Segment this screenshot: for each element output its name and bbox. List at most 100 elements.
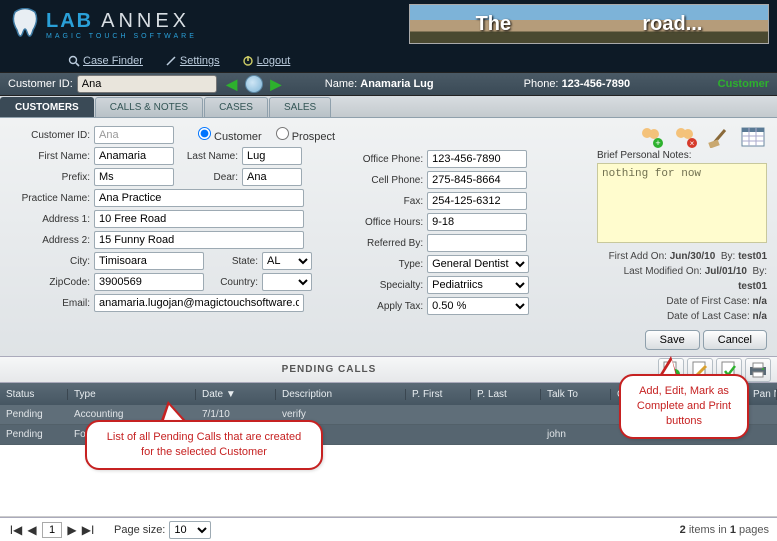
- page-size-label: Page size:: [114, 524, 165, 536]
- banner-word-1: The: [476, 13, 512, 36]
- pager-last[interactable]: ▶I: [80, 522, 96, 538]
- lbl-apply-tax: Apply Tax:: [353, 301, 423, 312]
- addr2-field[interactable]: [94, 231, 304, 249]
- col-talkto[interactable]: Talk To: [541, 389, 611, 400]
- lbl-first-name: First Name:: [10, 151, 90, 162]
- country-select[interactable]: [262, 273, 312, 291]
- lbl-fax: Fax:: [353, 196, 423, 207]
- pending-calls-title: PENDING CALLS: [0, 364, 658, 375]
- lookup-button[interactable]: [245, 75, 263, 93]
- print-calls-button[interactable]: [745, 358, 771, 382]
- lbl-referred-by: Referred By:: [353, 238, 423, 249]
- cancel-button[interactable]: Cancel: [703, 330, 767, 350]
- save-button[interactable]: Save: [645, 330, 700, 350]
- lbl-dear: Dear:: [178, 172, 238, 183]
- fax-field[interactable]: [427, 192, 527, 210]
- lbl-office-phone: Office Phone:: [353, 154, 423, 165]
- practice-field[interactable]: [94, 189, 304, 207]
- phone-label: Phone:: [524, 78, 559, 90]
- tab-sales[interactable]: SALES: [269, 97, 331, 117]
- col-pfirst[interactable]: P. First: [406, 389, 471, 400]
- banner-word-2: road...: [642, 13, 702, 36]
- col-type[interactable]: Type: [68, 389, 196, 400]
- dear-field[interactable]: [242, 168, 302, 186]
- col-pan[interactable]: Pan Nu: [747, 389, 777, 400]
- next-customer-button[interactable]: ▶: [267, 75, 285, 93]
- col-plast[interactable]: P. Last: [471, 389, 541, 400]
- notes-textarea[interactable]: nothing for now: [597, 163, 767, 243]
- col-date[interactable]: Date ▼: [196, 389, 276, 400]
- tab-cases[interactable]: CASES: [204, 97, 268, 117]
- delete-customer-button[interactable]: ×: [671, 124, 699, 150]
- pager-page-input[interactable]: [42, 522, 62, 538]
- customer-details-panel: + × Customer ID: Customer Prospect First…: [0, 118, 777, 357]
- brand-annex: ANNEX: [101, 10, 190, 32]
- settings-link[interactable]: Settings: [165, 55, 220, 67]
- banner-image: The road...: [409, 4, 769, 44]
- pager-next[interactable]: ▶: [64, 522, 80, 538]
- meta-info: First Add On: Jun/30/10 By: test01 Last …: [597, 249, 767, 324]
- app-header: LABANNEX MAGIC TOUCH SOFTWARE The road..…: [0, 0, 777, 50]
- prev-customer-button[interactable]: ◀: [223, 75, 241, 93]
- col-description[interactable]: Description: [276, 389, 406, 400]
- addr1-field[interactable]: [94, 210, 304, 228]
- radio-prospect[interactable]: Prospect: [276, 127, 335, 143]
- office-hours-field[interactable]: [427, 213, 527, 231]
- lbl-state: State:: [208, 256, 258, 267]
- users-delete-icon: ×: [672, 125, 698, 149]
- office-phone-field[interactable]: [427, 150, 527, 168]
- prefix-field[interactable]: [94, 168, 174, 186]
- top-menu: Case Finder Settings Logout: [0, 50, 777, 72]
- lbl-type: Type:: [353, 259, 423, 270]
- lbl-addr1: Address 1:: [10, 214, 90, 225]
- tab-calls-notes[interactable]: CALLS & NOTES: [95, 97, 203, 117]
- logo-area: LABANNEX MAGIC TOUCH SOFTWARE: [10, 8, 197, 42]
- apply-tax-select[interactable]: 0.50 %: [427, 297, 529, 315]
- customer-id-bar: Customer ID: ◀ ▶ Name: Anamaria Lug Phon…: [0, 72, 777, 96]
- clear-button[interactable]: [705, 124, 733, 150]
- lbl-city: City:: [10, 256, 90, 267]
- zip-field[interactable]: [94, 273, 204, 291]
- lbl-practice: Practice Name:: [10, 193, 90, 204]
- customer-id-search[interactable]: [77, 75, 217, 93]
- name-label: Name:: [325, 78, 357, 90]
- pager-prev[interactable]: ◀: [24, 522, 40, 538]
- customer-id-label: Customer ID:: [8, 78, 73, 90]
- customer-id-field[interactable]: [94, 126, 174, 144]
- add-customer-button[interactable]: +: [637, 124, 665, 150]
- pager-summary: 2 items in 1 pages: [680, 524, 769, 536]
- lbl-customer-id: Customer ID:: [10, 130, 90, 141]
- svg-text:+: +: [655, 138, 660, 148]
- customer-link[interactable]: Customer: [718, 78, 769, 90]
- col-status[interactable]: Status: [0, 389, 68, 400]
- cell-phone-field[interactable]: [427, 171, 527, 189]
- lbl-country: Country:: [208, 277, 258, 288]
- printer-icon: [748, 361, 768, 379]
- tab-bar: CUSTOMERS CALLS & NOTES CASES SALES: [0, 96, 777, 118]
- specialty-select[interactable]: Pediatriics: [427, 276, 529, 294]
- lbl-office-hours: Office Hours:: [353, 217, 423, 228]
- pager-first[interactable]: I◀: [8, 522, 24, 538]
- email-field[interactable]: [94, 294, 304, 312]
- tab-customers[interactable]: CUSTOMERS: [0, 97, 94, 117]
- grid-view-button[interactable]: [739, 124, 767, 150]
- first-name-field[interactable]: [94, 147, 174, 165]
- phone-value: 123-456-7890: [562, 78, 631, 90]
- lbl-prefix: Prefix:: [10, 172, 90, 183]
- last-name-field[interactable]: [242, 147, 302, 165]
- broom-icon: [707, 126, 731, 148]
- city-field[interactable]: [94, 252, 204, 270]
- page-size-select[interactable]: 10: [169, 521, 211, 539]
- referred-by-field[interactable]: [427, 234, 527, 252]
- logout-link[interactable]: Logout: [242, 55, 291, 67]
- case-finder-link[interactable]: Case Finder: [68, 55, 143, 67]
- lbl-email: Email:: [10, 298, 90, 309]
- type-select[interactable]: General Dentist: [427, 255, 529, 273]
- callout-buttons: Add, Edit, Mark as Complete and Print bu…: [619, 374, 749, 439]
- pager: I◀ ◀ ▶ ▶I Page size: 10 2 items in 1 pag…: [0, 517, 777, 541]
- radio-customer[interactable]: Customer: [198, 127, 262, 143]
- lbl-addr2: Address 2:: [10, 235, 90, 246]
- lbl-specialty: Specialty:: [353, 280, 423, 291]
- state-select[interactable]: AL: [262, 252, 312, 270]
- brand-lab: LAB: [46, 10, 93, 32]
